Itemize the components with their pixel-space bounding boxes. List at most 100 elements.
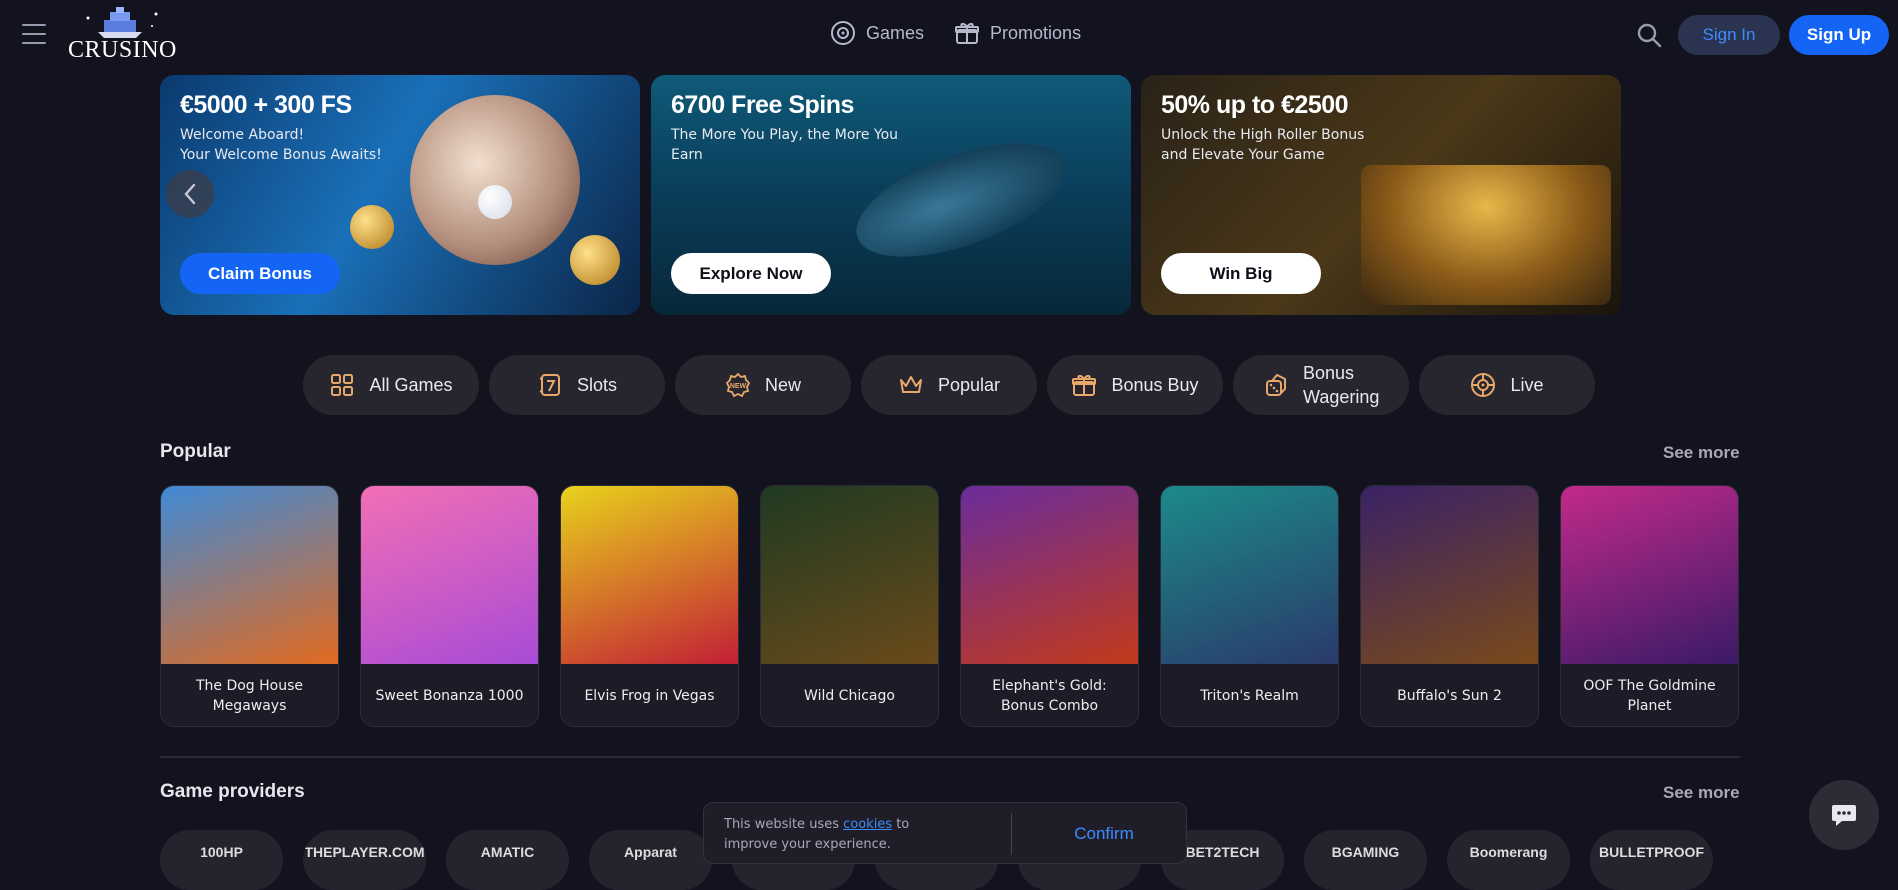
sign-in-button[interactable]: Sign In	[1678, 15, 1780, 55]
game-card[interactable]: Sweet Bonanza 1000	[360, 485, 539, 727]
game-thumbnail	[761, 486, 938, 664]
crown-icon	[899, 376, 922, 393]
live-chat-button[interactable]	[1809, 780, 1879, 850]
cookie-text: This website uses cookies to improve you…	[724, 815, 964, 855]
gift-icon	[1072, 374, 1097, 396]
provider-logo[interactable]: BULLETPROOF	[1590, 830, 1713, 890]
game-thumbnail	[1561, 486, 1738, 664]
slot-seven-icon	[539, 374, 560, 396]
chat-bubble-icon	[1832, 805, 1856, 826]
category-slots[interactable]: Slots	[489, 355, 665, 415]
sign-up-button[interactable]: Sign Up	[1789, 15, 1889, 55]
banner-subtitle: Welcome Aboard! Your Welcome Bonus Await…	[180, 127, 382, 163]
promo-banner-welcome[interactable]: €5000 + 300 FS Welcome Aboard! Your Welc…	[160, 75, 640, 315]
category-new[interactable]: NEW New	[675, 355, 851, 415]
cookies-link[interactable]: cookies	[843, 817, 892, 832]
popular-see-more-link[interactable]: See more	[1663, 443, 1740, 463]
category-live[interactable]: Live	[1419, 355, 1595, 415]
new-badge-icon: NEW	[725, 372, 751, 398]
win-big-button[interactable]: Win Big	[1161, 253, 1321, 294]
game-title: Elephant's Gold: Bonus Combo	[992, 678, 1107, 714]
game-thumbnail	[1161, 486, 1338, 664]
pearl-illustration	[478, 185, 512, 219]
game-title: The Dog House Megaways	[195, 678, 304, 714]
game-thumbnail	[361, 486, 538, 664]
roulette-icon	[831, 21, 855, 45]
game-card[interactable]: Buffalo's Sun 2	[1360, 485, 1539, 727]
grid-icon	[331, 374, 354, 396]
game-title: Buffalo's Sun 2	[1397, 688, 1502, 704]
category-bonus-wagering[interactable]: Bonus Wagering	[1233, 355, 1409, 415]
section-divider	[160, 756, 1740, 758]
logo-text: CRUSINO	[68, 37, 177, 63]
provider-logo[interactable]: AMATIC	[446, 830, 569, 890]
game-card[interactable]: The Dog House Megaways	[160, 485, 339, 727]
provider-logo[interactable]: 100HP	[160, 830, 283, 890]
search-icon[interactable]	[1636, 22, 1662, 48]
game-card[interactable]: Wild Chicago	[760, 485, 939, 727]
providers-section-title: Game providers	[160, 781, 305, 802]
chevron-left-icon	[184, 183, 196, 205]
banner-title: 6700 Free Spins	[671, 91, 854, 119]
top-navigation-bar: CRUSINO Games Promotions Sign In Sign Up	[0, 0, 1898, 70]
shell-illustration	[410, 95, 580, 265]
crusino-logo[interactable]: CRUSINO	[68, 6, 177, 64]
dice-icon	[1266, 373, 1286, 396]
promo-banner-free-spins[interactable]: 6700 Free Spins The More You Play, the M…	[651, 75, 1131, 315]
provider-logo[interactable]: THEPLAYER.COM	[303, 830, 426, 890]
coin-illustration	[570, 235, 620, 285]
cookie-confirm-button[interactable]: Confirm	[1024, 803, 1184, 865]
game-card[interactable]: Elvis Frog in Vegas	[560, 485, 739, 727]
category-label: All Games	[369, 374, 453, 395]
game-thumbnail	[561, 486, 738, 664]
game-card[interactable]: Elephant's Gold: Bonus Combo	[960, 485, 1139, 727]
category-all-games[interactable]: All Games	[303, 355, 479, 415]
game-title: OOF The Goldmine Planet	[1583, 678, 1716, 714]
cookie-consent-banner: This website uses cookies to improve you…	[703, 802, 1187, 864]
game-title: Wild Chicago	[804, 688, 895, 704]
nav-games[interactable]: Games	[830, 20, 924, 46]
popular-section-title: Popular	[160, 441, 231, 462]
banner-subtitle: The More You Play, the More You Earn	[671, 127, 899, 163]
cookie-divider	[1011, 813, 1012, 855]
hamburger-menu-icon[interactable]	[22, 24, 46, 44]
cookie-text-start: This website uses	[724, 817, 844, 832]
game-thumbnail	[1361, 486, 1538, 664]
provider-logo[interactable]: BGAMING	[1304, 830, 1427, 890]
banner-subtitle: Unlock the High Roller Bonus and Elevate…	[1161, 127, 1365, 163]
category-bonus-buy[interactable]: Bonus Buy	[1047, 355, 1223, 415]
game-card[interactable]: Triton's Realm	[1160, 485, 1339, 727]
game-thumbnail	[961, 486, 1138, 664]
game-card[interactable]: OOF The Goldmine Planet	[1560, 485, 1739, 727]
category-popular[interactable]: Popular	[861, 355, 1037, 415]
gift-icon	[955, 22, 980, 44]
banner-title: 50% up to €2500	[1161, 91, 1349, 119]
nav-games-label: Games	[866, 22, 925, 43]
category-label: Bonus Buy	[1111, 374, 1199, 395]
category-label: Popular	[937, 374, 1001, 395]
coin-illustration	[350, 205, 394, 249]
nav-promotions[interactable]: Promotions	[954, 20, 1081, 46]
banner-title: €5000 + 300 FS	[180, 91, 352, 119]
provider-logo[interactable]: Boomerang	[1447, 830, 1570, 890]
category-label: Bonus Wagering	[1303, 363, 1380, 407]
category-label: New	[764, 374, 801, 395]
game-title: Triton's Realm	[1200, 688, 1299, 704]
promo-banner-high-roller[interactable]: 50% up to €2500 Unlock the High Roller B…	[1141, 75, 1621, 315]
popular-games-row: The Dog House Megaways Sweet Bonanza 1000…	[160, 485, 1739, 727]
category-label: Slots	[576, 374, 618, 395]
game-title: Elvis Frog in Vegas	[584, 688, 715, 704]
explore-now-button[interactable]: Explore Now	[671, 253, 831, 294]
claim-bonus-button[interactable]: Claim Bonus	[180, 253, 340, 294]
game-thumbnail	[161, 486, 338, 664]
roulette-icon	[1471, 373, 1496, 397]
carousel-prev-button[interactable]	[166, 170, 214, 218]
providers-see-more-link[interactable]: See more	[1663, 783, 1740, 803]
treasure-chest-illustration	[1361, 165, 1611, 305]
nav-promotions-label: Promotions	[990, 22, 1082, 43]
provider-logo[interactable]: Apparat	[589, 830, 712, 890]
svg-text:NEW: NEW	[730, 383, 747, 390]
category-filter-bar: All Games Slots NEW New Popular Bonus Bu…	[303, 355, 1595, 415]
game-title: Sweet Bonanza 1000	[375, 688, 524, 704]
category-label: Live	[1510, 374, 1544, 395]
